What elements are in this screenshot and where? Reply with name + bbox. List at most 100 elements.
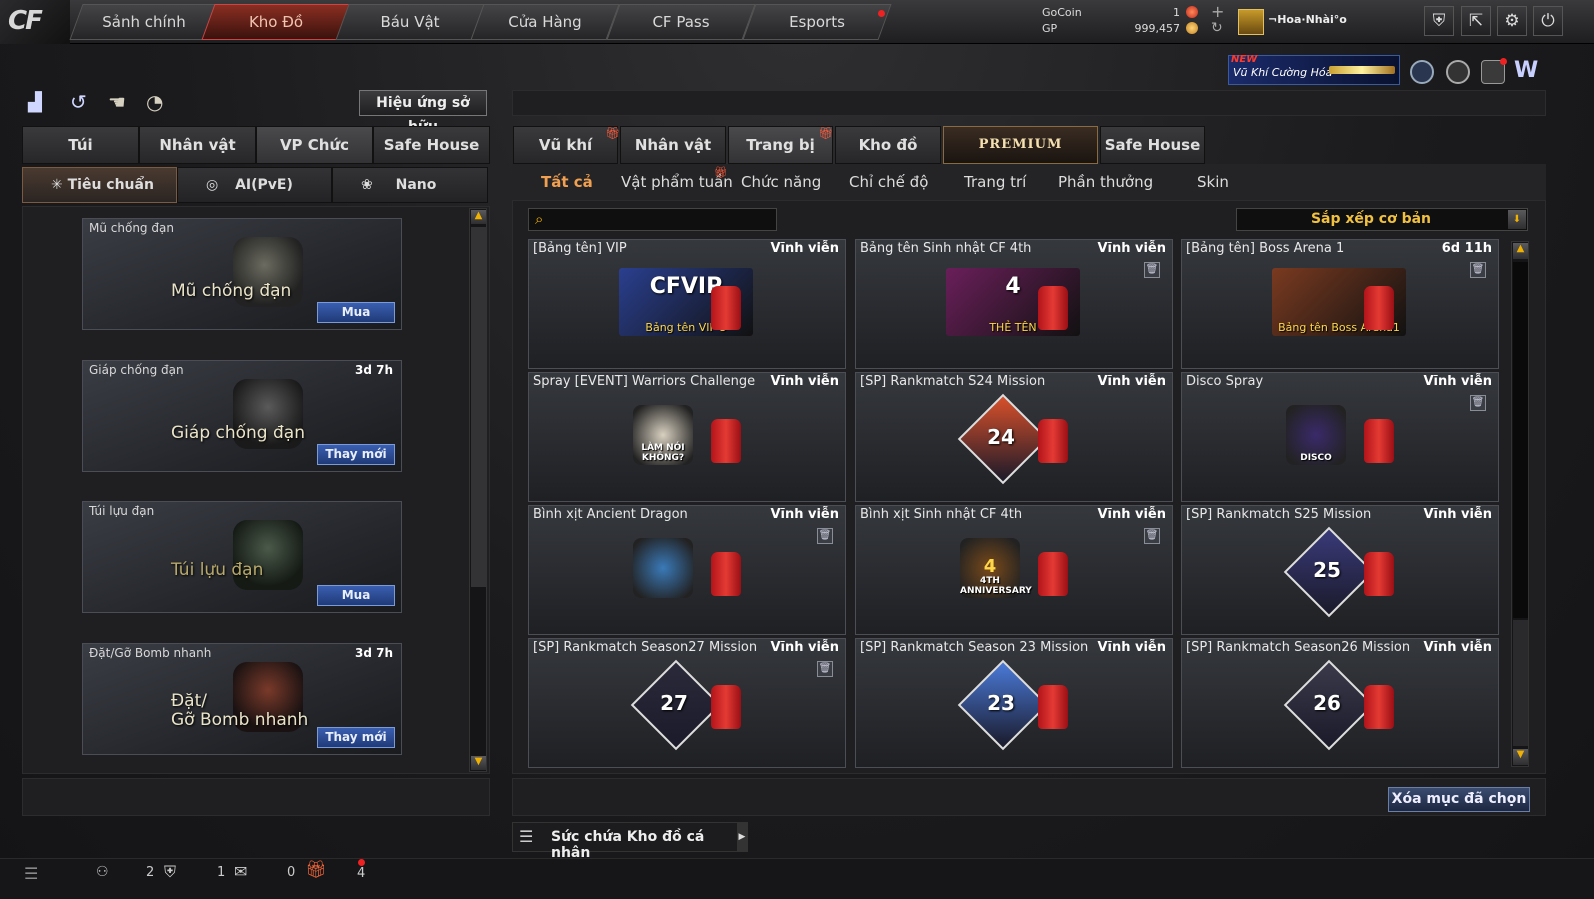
item-card[interactable]: Bình xịt Ancient Dragon Vĩnh viễn 🗑︎ [528,505,846,635]
scroll-down-arrow[interactable]: ▼ [471,756,486,770]
item-card[interactable]: [Bảng tên] VIP Vĩnh viễn CFVIP Bảng tên VIP… [528,239,846,369]
slot-name: Đặt/Gỡ Bomb nhanh [89,646,212,660]
trash-icon[interactable]: 🗑︎ [1470,395,1486,411]
subtab-nano[interactable]: ❀ Nano [332,167,488,203]
scroll-thumb[interactable] [1513,620,1528,746]
subtab-decoration[interactable]: Trang trí [964,173,1026,191]
chevron-down-icon[interactable]: ⬇ [1508,210,1526,229]
friends-icon[interactable]: ⚇ [96,864,109,880]
scroll-up-arrow[interactable]: ▲ [471,210,486,224]
subtab-skin[interactable]: Skin [1197,173,1229,191]
tab-weapons[interactable]: Vũ khí [513,126,618,164]
subtab-ai-pve[interactable]: ◎ AI(PvE) [177,167,332,203]
hand-icon[interactable]: ☚ [108,90,132,114]
tab-safe-house-right[interactable]: Safe House [1100,126,1205,164]
subtab-standard[interactable]: ✳ Tiêu chuẩn [22,167,177,203]
nav-tab-esports[interactable]: Esports [742,4,892,40]
promo-banner[interactable]: NEW Vũ Khí Cường Hóa [1228,54,1400,85]
nav-tab-label: CF Pass [652,13,710,31]
spray-can-icon [1364,552,1394,596]
tab-functional-items[interactable]: VP Chức năng [256,126,373,190]
delete-selected-button[interactable]: Xóa mục đã chọn [1388,787,1530,812]
history-icon[interactable]: ↺ [70,90,94,114]
item-duration: 6d 11h [1441,241,1492,256]
v-emblem-icon[interactable] [1410,60,1434,84]
trash-icon[interactable]: 🗑︎ [1144,262,1160,278]
renew-button[interactable]: Thay mới [317,727,395,748]
scroll-up-arrow[interactable]: ▲ [1513,243,1528,259]
item-name: [SP] Rankmatch Season27 Mission [533,640,758,655]
buy-button[interactable]: Mua [317,585,395,606]
item-duration: Vĩnh viễn [1423,374,1492,389]
trash-icon[interactable]: 🗑︎ [817,661,833,677]
trash-icon[interactable]: 🗑︎ [1144,528,1160,544]
expand-arrow-icon[interactable]: ▶ [737,823,747,851]
item-card[interactable]: [SP] Rankmatch Season27 Mission Vĩnh viễn… [528,638,846,768]
globe-icon[interactable] [1446,60,1470,84]
item-duration: Vĩnh viễn [1097,640,1166,655]
spray-image [633,538,693,598]
w-logo-icon[interactable]: W [1514,58,1538,83]
rank-emblem-icon[interactable] [1238,9,1264,35]
item-card[interactable]: [SP] Rankmatch Season26 Mission Vĩnh viễn… [1181,638,1499,768]
item-card[interactable]: Bảng tên Sinh nhật CF 4th Vĩnh viễn 🗑︎ 4 THẺ… [855,239,1173,369]
item-card[interactable]: Bình xịt Sinh nhật CF 4th Vĩnh viễn 🗑︎ 4 4TH… [855,505,1173,635]
right-scrollbar[interactable]: ▲ ▼ [1511,241,1529,767]
refresh-icon[interactable]: ↻ [1211,20,1223,36]
chat-icon[interactable]: ✉ [234,862,247,881]
tab-bag[interactable]: Túi [22,126,139,164]
subtab-rewards[interactable]: Phần thưởng [1058,173,1153,191]
owned-effects-button[interactable]: Hiệu ứng sở hữu [359,90,487,135]
left-scrollbar[interactable]: ▲ ▼ [469,208,487,772]
slot-card-helmet[interactable]: Mũ chống đạn Mũ chống đạn Mua [82,218,402,330]
item-name: Disco Spray [1186,374,1264,389]
shield-icon[interactable]: ⛨ [1424,6,1454,36]
trash-icon[interactable]: 🗑︎ [817,528,833,544]
sort-dropdown[interactable]: Sắp xếp cơ bản ⬇ [1236,208,1528,231]
item-card[interactable]: [SP] Rankmatch S25 Mission Vĩnh viễn 25 [1181,505,1499,635]
spray-can-icon [1038,552,1068,596]
nav-tab-shop[interactable]: Cửa Hàng [470,4,620,40]
podium-icon[interactable]: ▟ [28,92,52,114]
tab-safe-house[interactable]: Safe House [373,126,490,164]
gift-box-icon[interactable]: 🎁︎ [305,860,327,880]
capacity-bar[interactable]: ☰ Sức chứa Kho đồ cá nhân ▶ [512,822,748,861]
search-field[interactable]: ⌕ [528,208,777,231]
scroll-thumb[interactable] [471,227,486,587]
nav-tab-cf-pass[interactable]: CF Pass [606,4,756,40]
slot-card-quick-bomb[interactable]: Đặt/Gỡ Bomb nhanh 3d 7h Đặt/ Gỡ Bomb nha… [82,643,402,755]
item-card[interactable]: [Bảng tên] Boss Arena 1 6d 11h 🗑︎ Bảng tên … [1181,239,1499,369]
gear-icon[interactable]: ⚙ [1497,6,1527,36]
subtab-mode-only[interactable]: Chỉ chế độ [849,173,928,191]
username[interactable]: ¬Hoa·Nhài°o [1268,13,1347,26]
add-icon[interactable]: + [1211,2,1224,21]
tab-character[interactable]: Nhân vật [139,126,256,164]
scroll-down-arrow[interactable]: ▼ [1513,749,1528,765]
subtab-functional[interactable]: Chức năng [741,173,821,191]
tab-premium[interactable]: PREMIUM [943,126,1098,164]
mouse-icon[interactable]: ◔ [146,90,170,114]
nav-tab-treasure[interactable]: Báu Vật [335,4,485,40]
cf-logo[interactable]: CF [0,0,70,44]
logo-text: CF [8,6,43,36]
slot-big-label: Mũ chống đạn [171,281,292,301]
power-icon[interactable]: ⏻ [1533,6,1563,36]
search-input[interactable] [555,211,770,228]
item-card[interactable]: [SP] Rankmatch S24 Mission Vĩnh viễn 24 [855,372,1173,502]
slot-card-vest[interactable]: Giáp chống đạn 3d 7h Giáp chống đạn Thay… [82,360,402,472]
item-card[interactable]: Disco Spray Vĩnh viễn 🗑︎ DISCO [1181,372,1499,502]
trash-icon[interactable]: 🗑︎ [1470,262,1486,278]
slot-card-grenade-bag[interactable]: Túi lựu đạn Túi lựu đạn Mua [82,501,402,613]
buy-button[interactable]: Mua [317,302,395,323]
subtab-all[interactable]: Tất cả [541,173,593,191]
item-card[interactable]: Spray [EVENT] Warriors Challenge Vĩnh viễ… [528,372,846,502]
renew-button[interactable]: Thay mới [317,444,395,465]
list-menu-icon[interactable]: ☰ [24,864,38,883]
item-card[interactable]: [SP] Rankmatch Season 23 Mission Vĩnh viễ… [855,638,1173,768]
clan-shield-icon[interactable]: ⛨ [164,862,176,882]
exit-icon[interactable]: ⇱ [1461,6,1491,36]
tab-characters[interactable]: Nhân vật [620,126,726,164]
nav-tab-lobby[interactable]: Sảnh chính [69,4,219,40]
nav-tab-inventory[interactable]: Kho Đồ [201,4,351,40]
tab-storage[interactable]: Kho đồ [835,126,941,164]
